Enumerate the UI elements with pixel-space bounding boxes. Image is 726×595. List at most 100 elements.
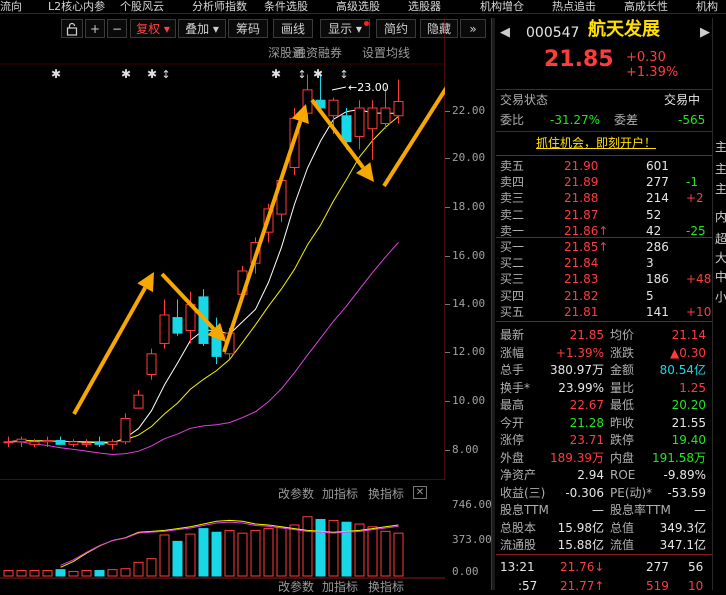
stat-label: 涨幅 — [500, 345, 525, 360]
volume-bar — [198, 528, 209, 577]
stat-label: 外盘 — [500, 450, 525, 465]
stat-label: 最低 — [610, 398, 635, 412]
stat-value: 20.20 — [671, 398, 706, 412]
volume-swap-indicator-button-2[interactable]: 换指标 — [368, 578, 404, 595]
edge-label: 中 — [715, 270, 726, 284]
buy-level[interactable]: 买五 21.81 141 +10 — [496, 304, 712, 320]
nav-item-inst-add[interactable]: 机构增仓 — [480, 0, 524, 13]
stat-value: ▲0.30 — [670, 345, 706, 360]
panel-splitter[interactable] — [491, 18, 495, 590]
level-volume: 5 — [646, 288, 654, 303]
level-delta: +10 — [686, 304, 712, 319]
prev-stock-icon[interactable]: ◀ — [500, 25, 510, 41]
level-price: 21.81 — [564, 304, 599, 319]
buy-level[interactable]: 买二 21.84 3 — [496, 255, 712, 271]
split-marker-icon: ↕ — [297, 68, 306, 81]
nav-item-inst[interactable]: 机构 — [696, 0, 718, 13]
stat-value: 23.99% — [558, 380, 604, 395]
level-volume: 141 — [646, 304, 669, 319]
split-marker-icon: ↕ — [339, 68, 348, 81]
weibi-label: 委比 — [500, 113, 525, 127]
volume-bar — [185, 533, 196, 577]
volume-bar — [146, 558, 157, 577]
event-marker-icon: ✱ — [313, 67, 323, 81]
stock-name: 航天发展 — [588, 19, 660, 40]
level-label: 卖五 — [500, 159, 525, 173]
stat-value: — — [592, 503, 604, 517]
volume-bar — [211, 531, 222, 577]
stat-row: 涨停 23.71 跌停 19.40 — [496, 432, 712, 448]
tick-price: 21.76↓ — [560, 560, 605, 574]
stat-value: 21.14 — [671, 328, 706, 342]
nav-item-hotspot[interactable]: 热点追击 — [552, 0, 596, 13]
candle-up — [3, 441, 14, 444]
stat-row: 收益(三) -0.306 PE(动)* -53.59 — [496, 485, 712, 501]
stat-row: 总股本 15.98亿 总值 349.3亿 — [496, 520, 712, 536]
promo-link[interactable]: 抓住机会，即刻开户！ — [496, 135, 712, 151]
candle-down — [341, 115, 352, 143]
level-volume: 52 — [646, 207, 662, 222]
level-volume: 277 — [646, 175, 669, 190]
tick-price: 21.77↑ — [560, 579, 605, 593]
trade-status-label: 交易状态 — [500, 93, 549, 107]
nav-item-growth[interactable]: 高成长性 — [624, 0, 668, 13]
edge-label: 小 — [715, 290, 726, 304]
volume-params-button-2[interactable]: 改参数 — [278, 578, 314, 595]
stat-label: 最高 — [500, 398, 525, 412]
volume-bar — [237, 532, 248, 577]
sell-level[interactable]: 卖五 21.90 601 — [496, 158, 712, 174]
stat-value: 191.58万 — [652, 450, 706, 465]
price-axis-label: 16.00 — [452, 249, 486, 262]
stat-label: 股息TTM — [500, 503, 549, 517]
buy-level[interactable]: 买一 21.85↑ 286 — [496, 239, 712, 255]
volume-bar — [120, 568, 131, 577]
next-stock-icon[interactable]: ▶ — [700, 25, 710, 41]
volume-bar — [276, 527, 287, 577]
stat-row: 股息TTM — 股息率TTM — — [496, 502, 712, 518]
level-delta: -1 — [686, 175, 698, 190]
stat-value: 347.1亿 — [659, 538, 706, 552]
tick-volume: 277 — [646, 560, 669, 574]
level-label: 买五 — [500, 304, 525, 319]
stat-row: 外盘 189.39万 内盘 191.58万 — [496, 450, 712, 466]
price-axis-label: 10.00 — [452, 394, 486, 407]
tick-count: 10 — [688, 579, 704, 593]
volume-add-indicator-button-2[interactable]: 加指标 — [322, 578, 358, 595]
more-button[interactable]: » — [460, 19, 486, 38]
candle-up — [146, 353, 157, 375]
volume-chart[interactable] — [0, 490, 445, 590]
level-price: 21.90 — [564, 159, 599, 173]
candlestick-chart[interactable]: ✱ ✱ ✱ ✱ ✱↕ ↕ ↕←23.00 — [0, 0, 445, 480]
volume-bar — [55, 569, 66, 577]
level-label: 卖四 — [500, 175, 525, 190]
edge-label: 内 — [715, 210, 726, 224]
level-label: 卖三 — [500, 191, 525, 206]
stock-header: ◀ 000547 航天发展 ▶ — [496, 19, 712, 44]
buy-level[interactable]: 买三 21.83 186 +48 — [496, 271, 712, 287]
sell-level[interactable]: 卖四 21.89 277 -1 — [496, 174, 712, 190]
moving-average-line — [8, 109, 399, 444]
candle-up — [393, 101, 404, 117]
stat-value: 21.55 — [671, 415, 706, 430]
level-label: 买四 — [500, 288, 525, 303]
stat-value: 1.25 — [679, 380, 706, 395]
candle-down — [172, 317, 183, 334]
price-axis-label: 18.00 — [452, 200, 486, 213]
trade-status-row: 交易状态 交易中 — [496, 92, 712, 108]
stat-value: 349.3亿 — [659, 520, 706, 535]
sell-level[interactable]: 卖二 21.87 52 — [496, 207, 712, 223]
buy-level[interactable]: 买四 21.82 5 — [496, 288, 712, 304]
event-marker-icon: ✱ — [51, 67, 61, 81]
candle-up — [380, 107, 391, 125]
sell-level[interactable]: 卖三 21.88 214 +2 — [496, 190, 712, 206]
volume-bar — [224, 529, 235, 577]
volume-bar — [263, 528, 274, 577]
stat-value: 15.88亿 — [557, 538, 604, 552]
level-price: 21.89 — [564, 175, 599, 190]
stat-value: -9.89% — [663, 468, 706, 482]
candle-up — [367, 107, 378, 130]
price-axis-label: 22.00 — [452, 104, 486, 117]
edge-label: 主 — [715, 140, 726, 154]
edge-label: 主 — [715, 162, 726, 176]
stat-label: 流值 — [610, 538, 635, 552]
